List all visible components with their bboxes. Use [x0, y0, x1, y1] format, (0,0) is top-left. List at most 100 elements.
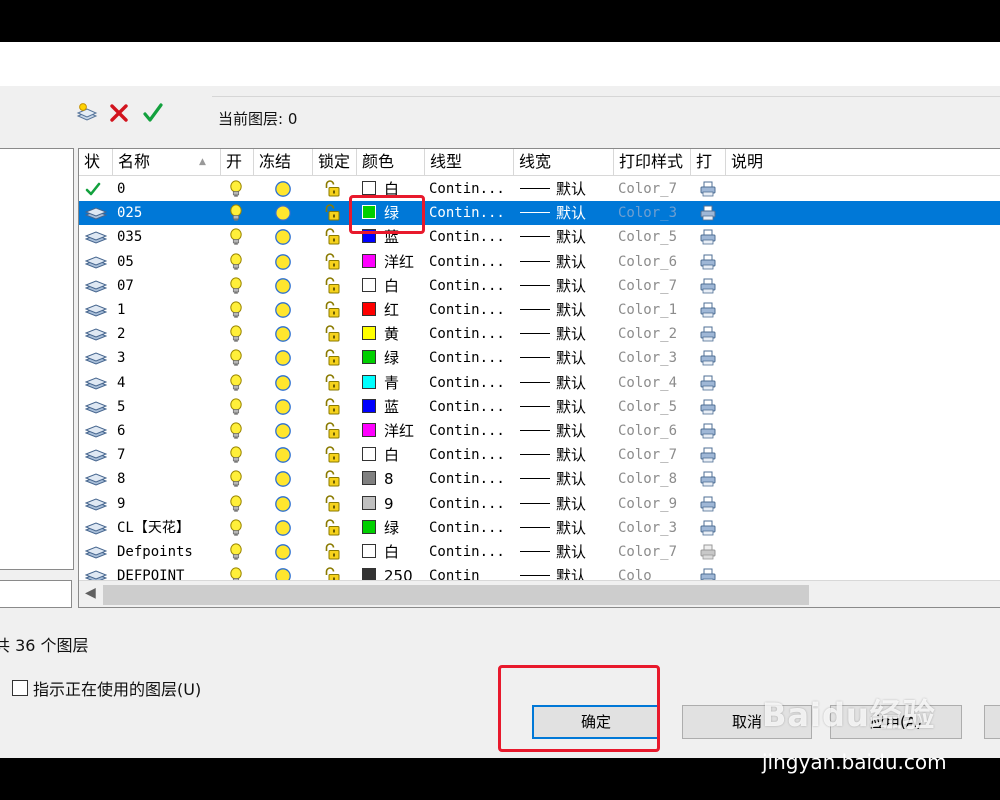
col-plot-style[interactable]: 打印样式: [614, 149, 691, 175]
layer-color[interactable]: 绿: [362, 516, 424, 540]
printer-icon[interactable]: [699, 371, 719, 395]
layer-name[interactable]: 6: [117, 419, 219, 443]
freeze-sun-icon[interactable]: [274, 322, 294, 346]
freeze-sun-icon[interactable]: [274, 443, 294, 467]
col-linetype[interactable]: 线型: [425, 149, 514, 175]
linetype[interactable]: Contin...: [429, 516, 514, 540]
lineweight[interactable]: 默认: [520, 419, 612, 443]
lightbulb-icon[interactable]: [229, 250, 249, 274]
linetype[interactable]: Contin...: [429, 443, 514, 467]
layer-color[interactable]: 蓝: [362, 395, 424, 419]
lock-icon[interactable]: [323, 250, 343, 274]
layer-name[interactable]: 7: [117, 443, 219, 467]
linetype[interactable]: Contin...: [429, 492, 514, 516]
layer-name[interactable]: 07: [117, 274, 219, 298]
layer-filter-tree[interactable]: [0, 148, 74, 570]
col-lineweight[interactable]: 线宽: [514, 149, 614, 175]
set-current-icon[interactable]: [140, 100, 166, 126]
lightbulb-icon[interactable]: [229, 516, 249, 540]
table-row[interactable]: 07 白 Contin... 默认 Color_7: [79, 274, 1000, 298]
horizontal-scrollbar[interactable]: ◀: [79, 580, 1000, 607]
lock-icon[interactable]: [323, 225, 343, 249]
lineweight[interactable]: 默认: [520, 443, 612, 467]
table-row[interactable]: 025 绿 Contin... 默认 Color_3: [79, 201, 1000, 226]
col-freeze[interactable]: 冻结: [254, 149, 313, 175]
layer-color[interactable]: 9: [362, 492, 424, 516]
lightbulb-icon[interactable]: [229, 322, 249, 346]
lock-icon[interactable]: [323, 346, 343, 370]
lightbulb-icon[interactable]: [229, 371, 249, 395]
lineweight[interactable]: 默认: [520, 298, 612, 322]
lineweight[interactable]: 默认: [520, 371, 612, 395]
lock-icon[interactable]: [323, 322, 343, 346]
filter-search-input[interactable]: [0, 580, 72, 608]
layer-color[interactable]: 黄: [362, 322, 424, 346]
layer-name[interactable]: 025: [117, 201, 219, 225]
linetype[interactable]: Contin...: [429, 274, 514, 298]
table-row[interactable]: Defpoints 白 Contin... 默认 Color_7: [79, 540, 1000, 564]
table-row[interactable]: 2 黄 Contin... 默认 Color_2: [79, 322, 1000, 346]
freeze-sun-icon[interactable]: [274, 201, 294, 225]
lineweight[interactable]: 默认: [520, 346, 612, 370]
printer-icon[interactable]: [699, 177, 719, 201]
lock-icon[interactable]: [323, 201, 343, 225]
linetype[interactable]: Contin...: [429, 395, 514, 419]
layer-name[interactable]: 9: [117, 492, 219, 516]
layer-name[interactable]: 8: [117, 467, 219, 491]
table-row[interactable]: 9 9 Contin... 默认 Color_9: [79, 492, 1000, 516]
lineweight[interactable]: 默认: [520, 395, 612, 419]
show-used-layers-checkbox[interactable]: [12, 680, 28, 696]
lock-icon[interactable]: [323, 516, 343, 540]
layer-color[interactable]: 蓝: [362, 225, 424, 249]
col-description[interactable]: 说明: [726, 149, 1000, 175]
col-on[interactable]: 开: [221, 149, 254, 175]
lightbulb-icon[interactable]: [229, 177, 249, 201]
freeze-sun-icon[interactable]: [274, 516, 294, 540]
lineweight[interactable]: 默认: [520, 467, 612, 491]
layer-name[interactable]: Defpoints: [117, 540, 219, 564]
layer-name[interactable]: 035: [117, 225, 219, 249]
lineweight[interactable]: 默认: [520, 177, 612, 201]
printer-icon[interactable]: [699, 540, 719, 564]
ok-button[interactable]: 确定: [532, 705, 660, 739]
col-plot[interactable]: 打: [691, 149, 726, 175]
lightbulb-icon[interactable]: [229, 346, 249, 370]
lock-icon[interactable]: [323, 298, 343, 322]
printer-icon[interactable]: [699, 443, 719, 467]
layer-name[interactable]: 2: [117, 322, 219, 346]
layer-color[interactable]: 白: [362, 540, 424, 564]
lineweight[interactable]: 默认: [520, 516, 612, 540]
lineweight[interactable]: 默认: [520, 201, 612, 225]
layer-color[interactable]: 白: [362, 177, 424, 201]
freeze-sun-icon[interactable]: [274, 177, 294, 201]
lightbulb-icon[interactable]: [229, 298, 249, 322]
lock-icon[interactable]: [323, 419, 343, 443]
lineweight[interactable]: 默认: [520, 322, 612, 346]
linetype[interactable]: Contin...: [429, 346, 514, 370]
lock-icon[interactable]: [323, 395, 343, 419]
layer-name[interactable]: 5: [117, 395, 219, 419]
linetype[interactable]: Contin...: [429, 201, 514, 225]
freeze-sun-icon[interactable]: [274, 225, 294, 249]
layer-color[interactable]: 洋红: [362, 250, 424, 274]
linetype[interactable]: Contin...: [429, 540, 514, 564]
lock-icon[interactable]: [323, 492, 343, 516]
table-row[interactable]: 05 洋红 Contin... 默认 Color_6: [79, 250, 1000, 274]
lock-icon[interactable]: [323, 274, 343, 298]
freeze-sun-icon[interactable]: [274, 419, 294, 443]
col-status[interactable]: 状: [79, 149, 113, 175]
layer-list[interactable]: 状 名称 ▲ 开 冻结 锁定 颜色 线型 线宽 打印样式 打 说明 0 白 Cont…: [78, 148, 1000, 608]
layer-name[interactable]: 4: [117, 371, 219, 395]
printer-icon[interactable]: [699, 250, 719, 274]
delete-layer-icon[interactable]: [106, 100, 132, 126]
freeze-sun-icon[interactable]: [274, 371, 294, 395]
table-row[interactable]: 5 蓝 Contin... 默认 Color_5: [79, 395, 1000, 419]
printer-icon[interactable]: [699, 516, 719, 540]
lightbulb-icon[interactable]: [229, 201, 249, 225]
table-row[interactable]: 3 绿 Contin... 默认 Color_3: [79, 346, 1000, 370]
printer-icon[interactable]: [699, 419, 719, 443]
scroll-left-icon[interactable]: ◀: [85, 585, 96, 601]
layer-color[interactable]: 白: [362, 274, 424, 298]
linetype[interactable]: Contin...: [429, 419, 514, 443]
lightbulb-icon[interactable]: [229, 225, 249, 249]
